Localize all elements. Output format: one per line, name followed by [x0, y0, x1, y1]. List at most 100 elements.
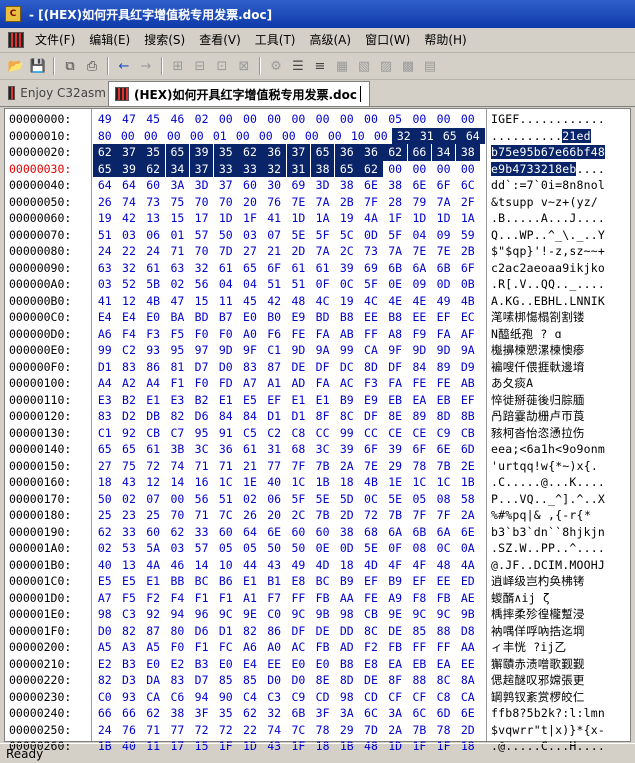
hex-byte[interactable]: 66	[407, 144, 432, 161]
hex-byte[interactable]: CA	[141, 689, 165, 706]
hex-byte[interactable]: FE	[408, 375, 432, 392]
hex-byte[interactable]: E1	[214, 392, 238, 409]
hex-byte[interactable]: C9	[432, 425, 456, 442]
hex-byte[interactable]: 6F	[456, 260, 480, 277]
hex-byte[interactable]: 51	[287, 276, 311, 293]
hex-byte[interactable]: 62	[383, 144, 407, 161]
hex-byte[interactable]: 25	[141, 507, 165, 524]
hex-byte[interactable]: 88	[432, 623, 456, 640]
hex-byte[interactable]: C0	[93, 689, 117, 706]
copy-icon[interactable]: ⧉	[60, 56, 80, 76]
hex-byte[interactable]: 7E	[359, 458, 383, 475]
hex-byte[interactable]: 9D	[287, 342, 311, 359]
hex-byte[interactable]: 36	[335, 144, 359, 161]
hex-byte[interactable]: 9C	[432, 606, 456, 623]
hex-byte[interactable]: 6E	[262, 524, 286, 541]
hex-row[interactable]: 00000190: 62 33 60 62 33 60 64 6E 60 60 38 68 6A 6B 6A 6…	[5, 524, 630, 541]
hex-byte[interactable]: FE	[432, 375, 456, 392]
hex-byte[interactable]: 13	[141, 210, 165, 227]
title-bar[interactable]: C - [(HEX)如何开具红字增值税专用发票.doc]	[0, 0, 635, 28]
hex-byte[interactable]: B8	[383, 309, 407, 326]
hex-byte[interactable]: 14	[190, 557, 214, 574]
hex-byte[interactable]: 6C	[456, 177, 480, 194]
hex-byte[interactable]: 29	[383, 458, 407, 475]
menu-advanced[interactable]: 高级(A)	[303, 30, 359, 50]
hex-byte[interactable]: 84	[238, 408, 262, 425]
hex-byte[interactable]: E8	[359, 656, 383, 673]
hex-byte[interactable]: 65	[335, 160, 359, 177]
hex-byte[interactable]: 73	[359, 243, 383, 260]
hex-byte[interactable]: 17	[190, 210, 214, 227]
hex-byte[interactable]: B3	[190, 656, 214, 673]
hex-byte[interactable]: F1	[214, 590, 238, 607]
hex-byte[interactable]: D7	[190, 359, 214, 376]
hex-byte[interactable]: DD	[335, 623, 359, 640]
hex-byte[interactable]: 43	[262, 557, 286, 574]
hex-byte[interactable]: 70	[166, 507, 190, 524]
hex-byte[interactable]: 00	[359, 111, 383, 128]
hex-byte[interactable]: 87	[141, 623, 165, 640]
hex-byte[interactable]: 65	[165, 144, 190, 161]
hex-byte[interactable]: 9B	[311, 606, 335, 623]
hex-byte[interactable]: 39	[117, 160, 141, 177]
hex-byte[interactable]: 83	[117, 359, 141, 376]
hex-byte[interactable]: 1D	[408, 210, 432, 227]
hex-byte[interactable]: 74	[262, 722, 286, 739]
hex-byte[interactable]: 7E	[408, 243, 432, 260]
hex-byte[interactable]: 29	[335, 722, 359, 739]
hex-byte[interactable]: E0	[141, 656, 165, 673]
hex-byte[interactable]: 00	[335, 111, 359, 128]
hex-byte[interactable]: CC	[359, 425, 383, 442]
hex-byte[interactable]: 1A	[456, 210, 480, 227]
hex-byte[interactable]: 00	[238, 111, 262, 128]
hex-byte[interactable]: 6A	[408, 260, 432, 277]
hex-byte[interactable]: 9C	[287, 606, 311, 623]
hex-byte[interactable]: 0C	[432, 540, 456, 557]
hex-byte[interactable]: 05	[238, 540, 262, 557]
hex-byte[interactable]: 93	[117, 689, 141, 706]
hex-row[interactable]: 00000010: 80 00 00 00 00 01 00 00 00 00 00 10 00 32 31 6…	[5, 127, 630, 145]
hex-byte[interactable]: 99	[335, 342, 359, 359]
hex-byte[interactable]: 02	[93, 540, 117, 557]
hex-byte[interactable]: 76	[117, 722, 141, 739]
hex-byte[interactable]: AA	[335, 590, 359, 607]
hex-byte[interactable]: 64	[238, 524, 262, 541]
hex-byte[interactable]: 01	[166, 227, 190, 244]
hex-row[interactable]: 000000C0: E4 E4 E0 BA BD B7 E0 B0 E9 BD B8 EE B8 EE EF E…	[5, 309, 630, 326]
hex-byte[interactable]: AF	[456, 326, 480, 343]
hex-byte[interactable]: 7F	[287, 458, 311, 475]
hex-byte[interactable]: 7F	[359, 194, 383, 211]
ascii-text[interactable]: .B.....A...J....	[491, 210, 627, 227]
hex-byte[interactable]: 9C	[214, 606, 238, 623]
hex-byte[interactable]: 75	[166, 194, 190, 211]
hex-byte[interactable]: C3	[262, 689, 286, 706]
hex-row[interactable]: 00000110: E3 B2 E1 E3 B2 E1 E5 EF E1 E1 B9 E9 EB EA EB E…	[5, 392, 630, 409]
ascii-text[interactable]: @.JF..DCIM.MOOHJ	[491, 557, 627, 574]
hex-byte[interactable]: 31	[286, 160, 311, 177]
hex-byte[interactable]: 0F	[311, 276, 335, 293]
hex-byte[interactable]: 4A	[141, 557, 165, 574]
hex-byte[interactable]: F0	[214, 326, 238, 343]
hex-byte[interactable]: 4F	[383, 557, 407, 574]
hex-byte[interactable]: D6	[190, 408, 214, 425]
hex-byte[interactable]: C4	[238, 689, 262, 706]
hex-byte[interactable]: 6C	[359, 705, 383, 722]
ascii-text[interactable]: $vqwrr"t|x)}*{x-	[491, 722, 627, 739]
hex-byte[interactable]: 2D	[335, 507, 359, 524]
hex-byte[interactable]: 58	[456, 491, 480, 508]
hex-byte[interactable]: 00	[139, 128, 163, 145]
hex-byte[interactable]: 39	[335, 260, 359, 277]
hex-byte[interactable]: 36	[214, 441, 238, 458]
hex-byte[interactable]: BB	[166, 573, 190, 590]
hex-byte[interactable]: C2	[117, 342, 141, 359]
hex-byte[interactable]: 78	[432, 722, 456, 739]
hex-byte[interactable]: 7C	[214, 507, 238, 524]
hex-byte[interactable]: D9	[456, 359, 480, 376]
hex-byte[interactable]: DE	[383, 623, 407, 640]
hex-byte[interactable]: B9	[335, 392, 359, 409]
hex-byte[interactable]: 24	[93, 722, 117, 739]
hex-byte[interactable]: 71	[214, 458, 238, 475]
hex-byte[interactable]: 1C	[408, 474, 432, 491]
hex-byte[interactable]: 80	[93, 128, 117, 145]
hex-byte[interactable]: 4B	[359, 474, 383, 491]
